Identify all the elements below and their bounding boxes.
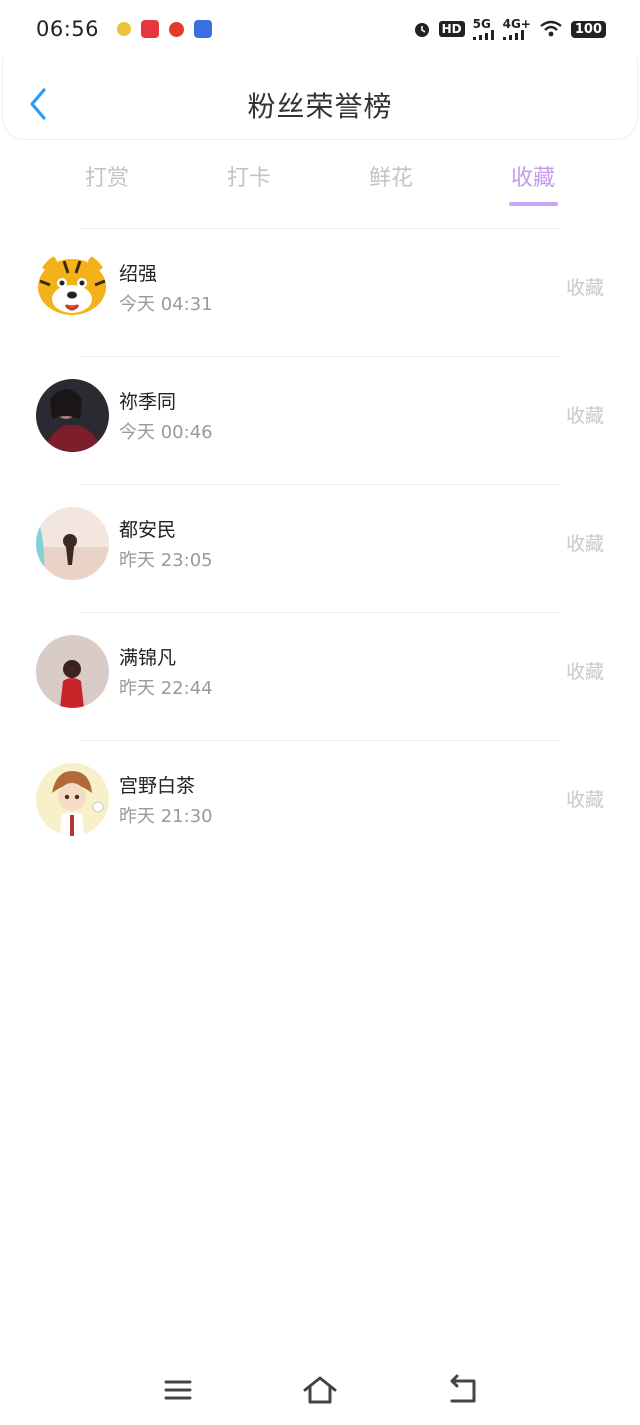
tab-favorites[interactable]: 收藏 (511, 160, 555, 192)
app-icon-blue (194, 20, 213, 38)
app-icon-green (117, 22, 132, 36)
signal-bars-icon (472, 30, 494, 40)
red-coat-avatar (36, 635, 109, 708)
avatar (36, 635, 109, 708)
header: 粉丝荣誉榜 (2, 58, 638, 140)
status-indicators: HD 5G 4G+ 100 (413, 18, 606, 40)
tiger-avatar (36, 251, 109, 324)
tab-flowers[interactable]: 鲜花 (369, 160, 413, 192)
back-nav-button[interactable] (442, 1370, 482, 1410)
action-label: 收藏 (565, 405, 604, 427)
signal-4g: 4G+ (502, 18, 531, 40)
fan-name: 宫野白茶 (119, 775, 196, 797)
home-button[interactable] (300, 1370, 340, 1410)
fan-time: 今天 04:31 (119, 294, 213, 315)
system-nav-bar (0, 1360, 640, 1420)
back-arrow-icon (450, 1374, 476, 1403)
avatar (36, 251, 109, 324)
beach-avatar (36, 507, 109, 580)
avatar (36, 379, 109, 452)
list-item[interactable]: 都安民 昨天 23:05 收藏 (0, 485, 640, 612)
fan-time: 今天 00:46 (119, 422, 213, 443)
status-time: 06:56 (36, 17, 100, 41)
dark-portrait-avatar (36, 379, 109, 452)
list-item[interactable]: 祢季同 今天 00:46 收藏 (0, 357, 640, 484)
battery-indicator: 100 (570, 20, 606, 38)
tab-checkin[interactable]: 打卡 (227, 160, 271, 192)
menu-icon (164, 1380, 192, 1400)
fan-name: 绍强 (119, 263, 158, 285)
tab-reward[interactable]: 打赏 (85, 160, 129, 192)
app-icon-red-round (169, 21, 185, 37)
avatar (36, 763, 109, 836)
fan-time: 昨天 23:05 (119, 550, 213, 571)
signal-bars-icon (502, 30, 524, 40)
list-item[interactable]: 绍强 今天 04:31 收藏 (0, 229, 640, 356)
active-tab-indicator (509, 202, 558, 206)
signal-5g: 5G (472, 18, 495, 40)
home-icon (303, 1376, 337, 1404)
anime-avatar (36, 763, 109, 836)
fan-list: 绍强 今天 04:31 收藏 祢季同 今天 00:46 收藏 都安民 昨天 23… (0, 228, 640, 868)
menu-button[interactable] (158, 1370, 198, 1410)
fan-time: 昨天 21:30 (119, 806, 213, 827)
app-icon-red-badge (141, 20, 160, 38)
tab-bar: 打赏 打卡 鲜花 收藏 (0, 140, 640, 210)
action-label: 收藏 (565, 533, 604, 555)
list-item[interactable]: 满锦凡 昨天 22:44 收藏 (0, 613, 640, 740)
hd-indicator: HD (438, 21, 465, 37)
page-title: 粉丝荣誉榜 (247, 90, 393, 123)
fan-name: 满锦凡 (119, 647, 177, 669)
action-label: 收藏 (565, 789, 604, 811)
fan-name: 都安民 (119, 519, 177, 541)
status-app-icons (117, 20, 213, 38)
list-item[interactable]: 宫野白茶 昨天 21:30 收藏 (0, 741, 640, 868)
action-label: 收藏 (565, 661, 604, 683)
action-label: 收藏 (565, 277, 604, 299)
wifi-icon (540, 20, 562, 37)
alarm-icon (414, 23, 429, 37)
avatar (36, 507, 109, 580)
fan-time: 昨天 22:44 (119, 678, 213, 699)
status-bar: 06:56 HD 5G 4G+ 100 (0, 0, 640, 58)
fan-name: 祢季同 (119, 391, 177, 413)
